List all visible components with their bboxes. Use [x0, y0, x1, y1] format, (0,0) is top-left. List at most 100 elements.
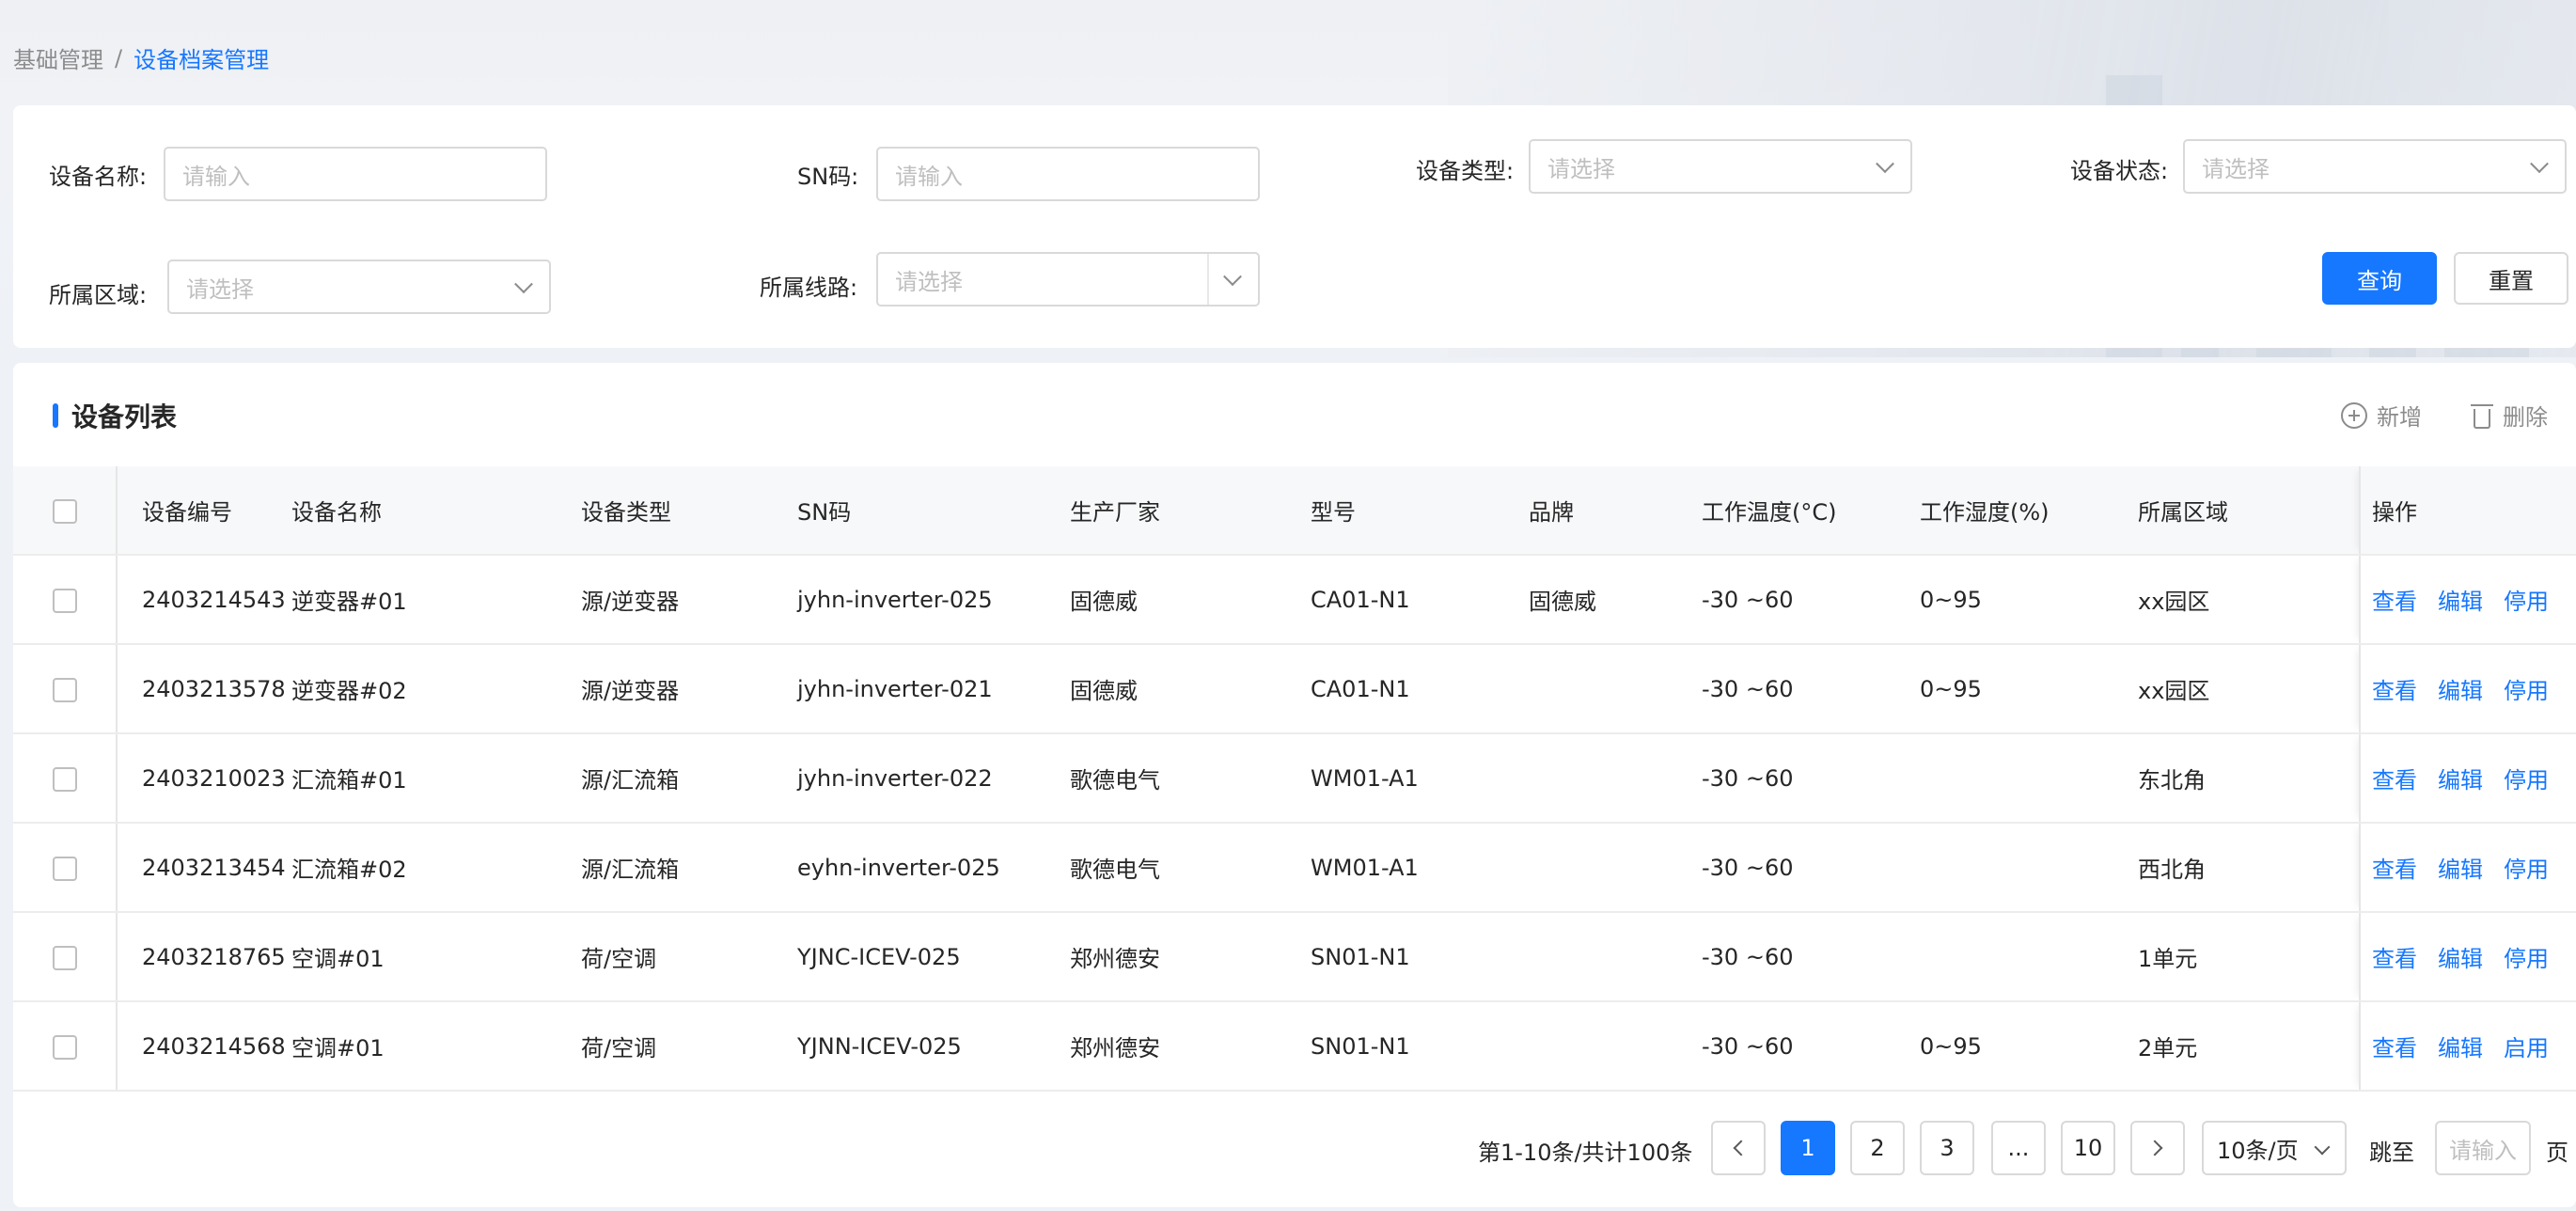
cell-brand — [1529, 644, 1702, 734]
sn-placeholder: 请输入 — [895, 163, 963, 190]
page-ellipsis[interactable]: ... — [1991, 1121, 2046, 1175]
cell-device-type: 荷/空调 — [581, 912, 797, 1002]
chevron-down-icon — [2530, 154, 2549, 174]
cell-model: SN01-N1 — [1311, 1001, 1529, 1092]
cell-temperature: -30 ~60 — [1702, 644, 1920, 734]
column-header: SN码 — [797, 466, 1070, 556]
row-checkbox[interactable] — [52, 766, 77, 792]
filter-panel: 设备名称: 请输入 SN码: 请输入 设备类型: 请选择 设备状态: 请选择 所… — [13, 105, 2576, 348]
device-type-label: 设备类型: — [1416, 158, 1515, 184]
pagination-summary: 第1-10条/共计100条 — [1478, 1140, 1693, 1166]
column-header: 型号 — [1311, 466, 1529, 556]
cell-humidity: 0~95 — [1920, 1001, 2138, 1092]
toggle-status-link[interactable]: 启用 — [2504, 1035, 2549, 1062]
device-status-select[interactable]: 请选择 — [2183, 139, 2567, 194]
delete-label: 删除 — [2503, 404, 2548, 431]
view-link[interactable]: 查看 — [2372, 857, 2417, 883]
view-link[interactable]: 查看 — [2372, 678, 2417, 704]
device-name-label: 设备名称: — [49, 164, 148, 190]
edit-link[interactable]: 编辑 — [2438, 589, 2483, 615]
cell-sn: eyhn-inverter-025 — [797, 823, 1070, 913]
row-checkbox[interactable] — [52, 945, 77, 970]
row-checkbox[interactable] — [52, 677, 77, 702]
column-header: 工作温度(°C) — [1702, 466, 1920, 556]
pagination: 第1-10条/共计100条 1 2 3 ... 10 10条/页 跳至 请输入 … — [0, 1121, 2576, 1177]
region-placeholder: 请选择 — [186, 275, 254, 303]
toggle-status-link[interactable]: 停用 — [2504, 589, 2549, 615]
cell-actions: 查看 编辑 停用 — [2359, 733, 2576, 824]
breadcrumb-parent[interactable]: 基础管理 — [13, 41, 103, 74]
toggle-status-link[interactable]: 停用 — [2504, 767, 2549, 794]
cell-device-type: 荷/空调 — [581, 1001, 797, 1092]
cell-humidity: 0~95 — [1920, 644, 2138, 734]
toggle-status-link[interactable]: 停用 — [2504, 857, 2549, 883]
view-link[interactable]: 查看 — [2372, 589, 2417, 615]
page-button[interactable]: 2 — [1850, 1121, 1905, 1175]
jump-label: 跳至 — [2369, 1140, 2414, 1166]
line-select[interactable]: 请选择 — [876, 252, 1260, 307]
chevron-down-icon — [1223, 267, 1242, 287]
cell-humidity — [1920, 733, 2138, 824]
cell-model: CA01-N1 — [1311, 644, 1529, 734]
cell-device-type: 源/汇流箱 — [581, 823, 797, 913]
sn-input[interactable]: 请输入 — [876, 147, 1260, 201]
device-type-placeholder: 请选择 — [1547, 155, 1615, 182]
cell-sn: jyhn-inverter-025 — [797, 555, 1070, 645]
cell-sn: jyhn-inverter-022 — [797, 733, 1070, 824]
device-status-label: 设备状态: — [2070, 158, 2169, 184]
view-link[interactable]: 查看 — [2372, 767, 2417, 794]
column-header: 工作湿度(%) — [1920, 466, 2138, 556]
page-button[interactable]: 10 — [2061, 1121, 2115, 1175]
chevron-right-icon — [2146, 1140, 2163, 1156]
page-button[interactable]: 1 — [1781, 1121, 1835, 1175]
page-size-select[interactable]: 10条/页 — [2202, 1121, 2347, 1175]
edit-link[interactable]: 编辑 — [2438, 1035, 2483, 1062]
reset-button[interactable]: 重置 — [2454, 252, 2568, 305]
region-select[interactable]: 请选择 — [167, 260, 551, 314]
device-table: 设备编号 设备名称 设备类型 SN码 生产厂家 型号 品牌 工作温度(°C) 工… — [13, 466, 2576, 1092]
list-title: 设备列表 — [53, 397, 177, 434]
cell-brand — [1529, 1001, 1702, 1092]
trash-icon — [2471, 402, 2493, 429]
cell-region: 2单元 — [2138, 1001, 2360, 1092]
select-all-cell — [13, 466, 118, 556]
page-button[interactable]: 3 — [1920, 1121, 1974, 1175]
device-type-select[interactable]: 请选择 — [1529, 139, 1912, 194]
cell-device-id: 2403214543 — [117, 555, 291, 645]
cell-maker: 郑州德安 — [1070, 912, 1311, 1002]
jump-page-input[interactable]: 请输入 — [2435, 1121, 2531, 1175]
delete-button[interactable]: 删除 — [2471, 399, 2548, 432]
edit-link[interactable]: 编辑 — [2438, 857, 2483, 883]
breadcrumb-separator: / — [115, 44, 123, 71]
row-select-cell — [13, 644, 118, 734]
add-button[interactable]: 新增 — [2341, 399, 2422, 432]
cell-model: SN01-N1 — [1311, 912, 1529, 1002]
row-checkbox[interactable] — [52, 856, 77, 881]
cell-device-type: 源/逆变器 — [581, 644, 797, 734]
view-link[interactable]: 查看 — [2372, 946, 2417, 972]
query-button[interactable]: 查询 — [2322, 252, 2437, 305]
row-checkbox[interactable] — [52, 588, 77, 613]
cell-region: 1单元 — [2138, 912, 2360, 1002]
edit-link[interactable]: 编辑 — [2438, 946, 2483, 972]
cell-sn: jyhn-inverter-021 — [797, 644, 1070, 734]
cell-device-name: 汇流箱#01 — [291, 733, 581, 824]
cell-actions: 查看 编辑 停用 — [2359, 912, 2576, 1002]
view-link[interactable]: 查看 — [2372, 1035, 2417, 1062]
cell-device-id: 2403213578 — [117, 644, 291, 734]
toggle-status-link[interactable]: 停用 — [2504, 678, 2549, 704]
cell-temperature: -30 ~60 — [1702, 823, 1920, 913]
add-label: 新增 — [2377, 404, 2422, 431]
cell-humidity — [1920, 912, 2138, 1002]
edit-link[interactable]: 编辑 — [2438, 767, 2483, 794]
column-header: 品牌 — [1529, 466, 1702, 556]
toggle-status-link[interactable]: 停用 — [2504, 946, 2549, 972]
prev-page-button[interactable] — [1711, 1121, 1766, 1175]
device-name-input[interactable]: 请输入 — [164, 147, 547, 201]
edit-link[interactable]: 编辑 — [2438, 678, 2483, 704]
select-all-checkbox[interactable] — [52, 498, 77, 524]
row-checkbox[interactable] — [52, 1034, 77, 1060]
plus-circle-icon — [2341, 401, 2367, 429]
page-size-value: 10条/页 — [2217, 1137, 2299, 1164]
next-page-button[interactable] — [2130, 1121, 2185, 1175]
